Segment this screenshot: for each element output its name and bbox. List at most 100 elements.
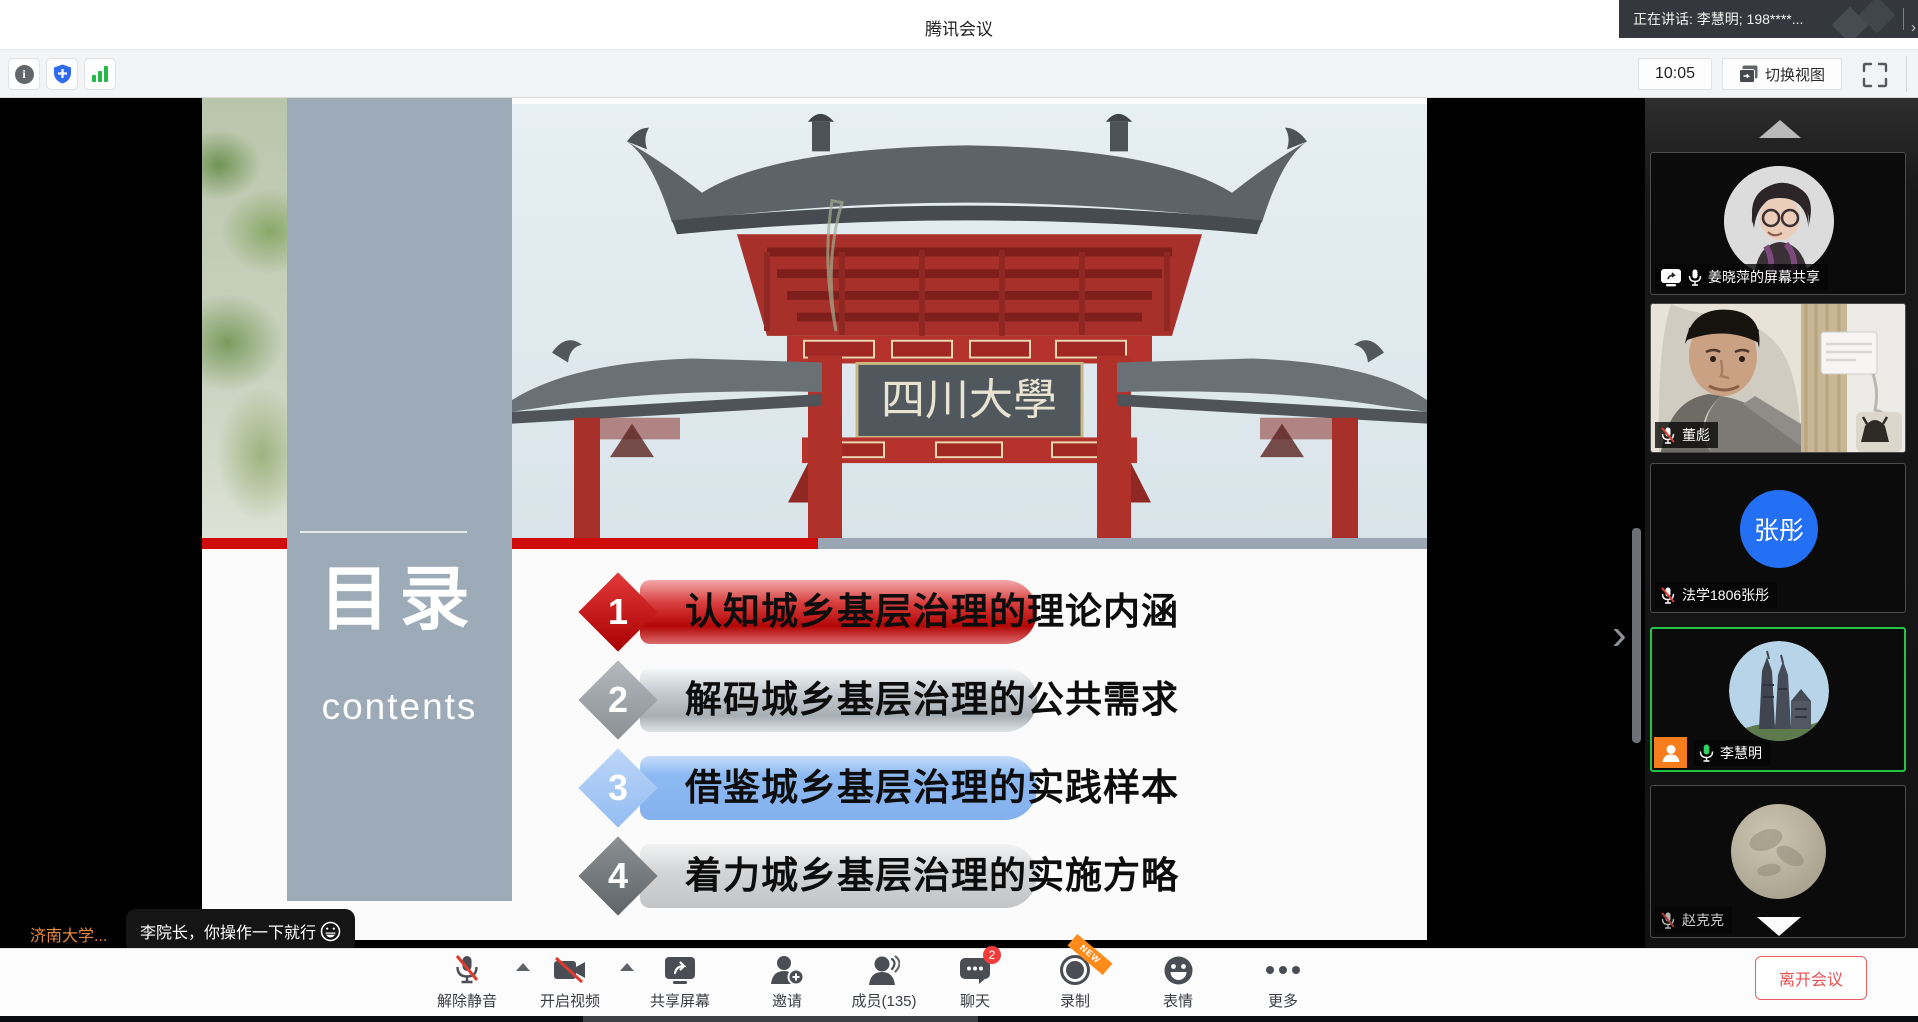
more-button[interactable]: 更多	[1228, 953, 1338, 1011]
chat-sender: 济南大学...	[30, 922, 107, 946]
participant-label: 姜晓萍的屏幕共享	[1655, 264, 1828, 290]
members-icon	[868, 955, 900, 986]
signal-bars-icon	[92, 66, 108, 82]
avatar-cartoon-woman	[1724, 166, 1834, 276]
fullscreen-icon	[1862, 62, 1888, 88]
participant-label: 法学1806张彤	[1655, 582, 1777, 608]
slide-gray-stripe	[818, 538, 1427, 549]
invite-person-icon	[770, 955, 804, 986]
toc-item-number: 1	[590, 584, 646, 640]
banner-chevron-icon[interactable]: ›	[1911, 9, 1916, 38]
meeting-timer: 10:05	[1638, 58, 1712, 90]
grin-emoji-icon	[320, 921, 341, 942]
mic-on-icon	[1688, 269, 1702, 286]
scroll-down-arrow-icon[interactable]	[1757, 917, 1801, 936]
participant-name: 赵克克	[1682, 910, 1724, 930]
time-text: 10:05	[1655, 65, 1695, 83]
person-icon	[1661, 744, 1681, 762]
toc-item-text: 解码城乡基层治理的公共需求	[685, 668, 1179, 732]
toc-item-text: 着力城乡基层治理的实施方略	[685, 844, 1179, 908]
participant-tile-video[interactable]: 董彪	[1650, 303, 1906, 453]
security-button[interactable]	[46, 58, 78, 90]
toc-item-text: 认知城乡基层治理的理论内涵	[685, 580, 1179, 644]
unmute-label: 解除静音	[437, 990, 497, 1011]
chat-button[interactable]: 2 聊天	[920, 953, 1030, 1011]
mic-muted-icon	[1660, 912, 1676, 929]
leave-meeting-button[interactable]: 离开会议	[1755, 956, 1867, 1000]
participant-name: 姜晓萍的屏幕共享	[1708, 267, 1820, 287]
meeting-info-button[interactable]: i	[8, 58, 40, 90]
share-screen-button[interactable]: 共享屏幕	[625, 953, 735, 1011]
switch-view-label: 切换视图	[1765, 64, 1825, 85]
taskbar-active-segment	[583, 1016, 978, 1022]
start-video-button[interactable]: 开启视频	[515, 953, 625, 1011]
more-label: 更多	[1268, 990, 1298, 1011]
speaking-text: 正在讲话: 李慧明; 198****...	[1633, 11, 1803, 27]
scroll-up-arrow-icon[interactable]	[1759, 120, 1801, 138]
avatar-cathedral-photo	[1729, 641, 1829, 741]
participant-label: 赵克克	[1655, 907, 1732, 933]
avatar-initials: 张彤	[1740, 490, 1818, 568]
participants-sidebar: 姜晓萍的屏幕共享	[1645, 98, 1918, 948]
participant-label: 董彪	[1655, 422, 1718, 448]
avatar-text: 张彤	[1754, 511, 1804, 547]
record-label: 录制	[1060, 990, 1090, 1011]
participant-tile-speaking[interactable]: 李慧明	[1650, 627, 1906, 772]
toc-item-number: 4	[590, 848, 646, 904]
participant-tile-avatar[interactable]: 张彤 法学1806张彤	[1650, 463, 1906, 613]
participant-name: 李慧明	[1720, 743, 1762, 763]
mic-muted-icon	[1660, 427, 1676, 444]
scrollbar-thumb[interactable]	[1632, 528, 1641, 743]
invite-button[interactable]: 邀请	[732, 953, 842, 1011]
chat-unread-badge: 2	[983, 946, 1001, 964]
fullscreen-button[interactable]	[1862, 62, 1888, 88]
shield-plus-icon	[53, 64, 72, 84]
members-label: 成员(135)	[851, 990, 916, 1011]
switch-view-button[interactable]: 切换视图	[1722, 58, 1842, 90]
chat-message-bubble: 李院长，你操作一下就行	[126, 909, 355, 948]
gate-sign-text: 四川大學	[881, 377, 1057, 425]
toc-subtitle: contents	[287, 686, 512, 728]
meeting-info-bar: i 10:05 切换视图	[0, 50, 1918, 98]
more-dots-icon	[1265, 965, 1301, 975]
record-button[interactable]: NEW 录制	[1020, 953, 1130, 1011]
mic-muted-icon	[1660, 587, 1676, 604]
toc-banner-line	[300, 531, 467, 533]
participant-name: 法学1806张彤	[1682, 585, 1769, 605]
share-screen-label: 共享屏幕	[650, 990, 710, 1011]
toc-item-number: 3	[590, 760, 646, 816]
avatar-photo-blurry	[1731, 804, 1826, 899]
os-taskbar-strip	[0, 1016, 1918, 1022]
switch-view-icon	[1739, 65, 1758, 84]
screen-share-icon	[1660, 268, 1682, 287]
toc-item-number: 2	[590, 672, 646, 728]
participant-name: 董彪	[1682, 425, 1710, 445]
mic-active-icon	[1699, 744, 1714, 762]
trees-photo-strip	[202, 98, 287, 543]
presentation-slide: 四川大學	[202, 98, 1427, 940]
emoji-face-icon	[1163, 955, 1194, 986]
banner-divider	[1903, 8, 1904, 30]
chat-message-text: 李院长，你操作一下就行	[140, 919, 316, 943]
meeting-control-bar: 解除静音 开启视频 共享屏幕	[0, 948, 1918, 1016]
university-gate-photo: 四川大學	[512, 104, 1427, 543]
topbar-divider	[1906, 56, 1907, 92]
tencent-meeting-window: 腾讯会议 正在讲话: 李慧明; 198****... › i 10:05	[0, 0, 1918, 1022]
chat-label: 聊天	[960, 990, 990, 1011]
next-page-chevron-icon[interactable]: ›	[1612, 610, 1627, 660]
emoji-button[interactable]: 表情	[1123, 953, 1233, 1011]
participant-tile-screenshare[interactable]: 姜晓萍的屏幕共享	[1650, 152, 1906, 295]
shared-screen-area: 四川大學	[0, 98, 1645, 948]
participant-tile-avatar[interactable]: 赵克克	[1650, 785, 1906, 938]
mic-muted-icon	[452, 954, 482, 986]
info-icon: i	[15, 65, 34, 84]
title-bar: 腾讯会议 正在讲话: 李慧明; 198****... ›	[0, 0, 1918, 50]
camera-off-icon	[552, 955, 588, 985]
emoji-label: 表情	[1163, 990, 1193, 1011]
unmute-button[interactable]: 解除静音	[412, 953, 522, 1011]
start-video-label: 开启视频	[540, 990, 600, 1011]
toc-item-text: 借鉴城乡基层治理的实践样本	[685, 756, 1179, 820]
invite-label: 邀请	[772, 990, 802, 1011]
toc-banner: 目录 contents	[287, 98, 512, 901]
network-status-button[interactable]	[84, 58, 116, 90]
